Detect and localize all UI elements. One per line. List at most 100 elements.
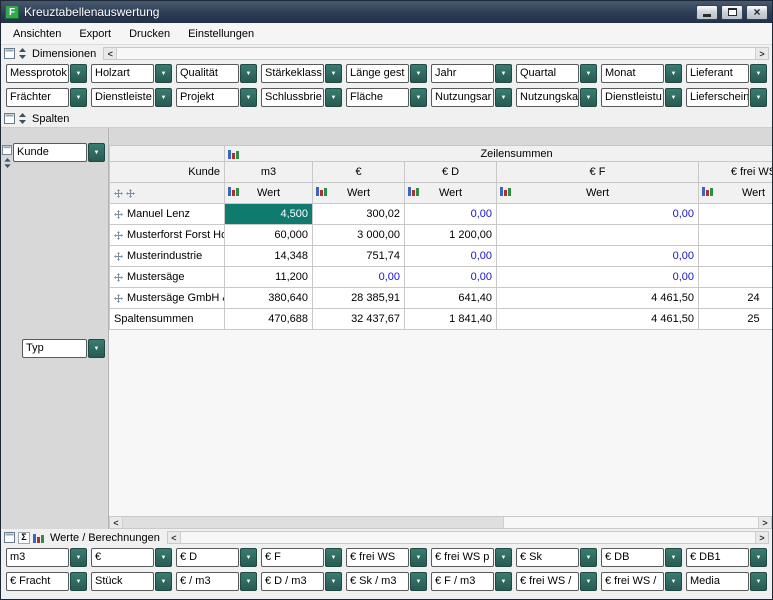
dim-lieferschein[interactable]: Lieferschein▼ <box>686 88 767 108</box>
chevron-down-icon[interactable]: ▼ <box>155 548 172 567</box>
pivot-sort-icon[interactable] <box>126 189 135 198</box>
value-cell[interactable]: 28 385,91 <box>313 288 405 309</box>
chevron-down-icon[interactable]: ▼ <box>495 88 512 107</box>
panel-window-icon[interactable] <box>4 48 15 59</box>
value-stueck[interactable]: Stück▼ <box>91 572 172 592</box>
value-cell[interactable]: 0,00 <box>405 246 497 267</box>
dim-nutzungsart[interactable]: Nutzungsar▼ <box>431 88 512 108</box>
chevron-down-icon[interactable]: ▼ <box>410 88 427 107</box>
chevron-down-icon[interactable]: ▼ <box>665 88 682 107</box>
column-header-eur[interactable]: € <box>313 162 405 183</box>
chevron-down-icon[interactable]: ▼ <box>155 88 172 107</box>
dim-fraechter[interactable]: Frächter▼ <box>6 88 87 108</box>
chevron-down-icon[interactable]: ▼ <box>665 572 682 591</box>
value-eur-sk[interactable]: € Sk▼ <box>516 548 597 568</box>
table-horizontal-scrollbar[interactable]: < > <box>109 516 772 529</box>
scroll-left-icon[interactable]: < <box>168 532 181 543</box>
value-cell[interactable]: 14,348 <box>225 246 313 267</box>
value-cell[interactable]: 24 <box>699 288 773 309</box>
chevron-down-icon[interactable]: ▼ <box>240 64 257 83</box>
row-label-cell[interactable]: Musterforst Forst Holzhandels GmbH <box>110 225 225 246</box>
chevron-down-icon[interactable]: ▼ <box>750 572 767 591</box>
dim-dienstleister[interactable]: Dienstleiste▼ <box>91 88 172 108</box>
scrollbar-track[interactable] <box>117 48 755 59</box>
total-cell[interactable]: 4 461,50 <box>497 309 699 330</box>
scrollbar-track[interactable] <box>181 532 755 543</box>
maximize-button[interactable] <box>721 5 743 20</box>
selected-cell[interactable]: 4,500 <box>225 204 313 225</box>
dim-staerkeklasse[interactable]: Stärkeklass▼ <box>261 64 342 84</box>
chevron-down-icon[interactable]: ▼ <box>580 88 597 107</box>
scroll-right-icon[interactable]: > <box>758 517 771 528</box>
total-cell[interactable]: 470,688 <box>225 309 313 330</box>
value-cell[interactable]: 60,000 <box>225 225 313 246</box>
chevron-down-icon[interactable]: ▼ <box>240 88 257 107</box>
updown-icon[interactable] <box>3 158 12 168</box>
value-eur-d-per-m3[interactable]: € D / m3▼ <box>261 572 342 592</box>
updown-icon[interactable] <box>18 48 27 59</box>
value-cell[interactable] <box>497 225 699 246</box>
chevron-down-icon[interactable]: ▼ <box>665 548 682 567</box>
chevron-down-icon[interactable]: ▼ <box>580 548 597 567</box>
value-eur-frei-ws-per-b[interactable]: € frei WS /▼ <box>601 572 682 592</box>
sigma-icon[interactable]: Σ <box>18 532 30 544</box>
chevron-down-icon[interactable]: ▼ <box>495 64 512 83</box>
chevron-down-icon[interactable]: ▼ <box>240 548 257 567</box>
wert-header[interactable]: Wert <box>405 183 497 204</box>
wert-header[interactable]: Wert <box>225 183 313 204</box>
dim-holzart[interactable]: Holzart▼ <box>91 64 172 84</box>
chevron-down-icon[interactable]: ▼ <box>410 572 427 591</box>
row-label-cell[interactable]: Mustersäge GmbH & co KG <box>110 288 225 309</box>
value-eur-fracht[interactable]: € Fracht▼ <box>6 572 87 592</box>
dim-projekt[interactable]: Projekt▼ <box>176 88 257 108</box>
column-header-eur-frei-ws[interactable]: € frei WS <box>699 162 773 183</box>
chevron-down-icon[interactable]: ▼ <box>325 572 342 591</box>
value-cell[interactable]: 0,00 <box>313 267 405 288</box>
dim-dienstleistung[interactable]: Dienstleistu▼ <box>601 88 682 108</box>
value-cell[interactable]: 751,74 <box>313 246 405 267</box>
value-eur-frei-ws[interactable]: € frei WS▼ <box>346 548 427 568</box>
dimensions-scrollbar[interactable]: < > <box>103 47 769 60</box>
chevron-down-icon[interactable]: ▼ <box>88 339 105 358</box>
row-field-typ[interactable]: Typ▼ <box>22 339 105 529</box>
column-header-eur-f[interactable]: € F <box>497 162 699 183</box>
chevron-down-icon[interactable]: ▼ <box>88 143 105 162</box>
value-eur-f-per-m3[interactable]: € F / m3▼ <box>431 572 512 592</box>
value-m3[interactable]: m3▼ <box>6 548 87 568</box>
value-cell[interactable] <box>699 246 773 267</box>
value-cell[interactable]: 380,640 <box>225 288 313 309</box>
value-cell[interactable]: 4 461,50 <box>497 288 699 309</box>
value-cell[interactable]: 3 000,00 <box>313 225 405 246</box>
panel-window-icon[interactable] <box>4 113 15 124</box>
chevron-down-icon[interactable]: ▼ <box>240 572 257 591</box>
dim-monat[interactable]: Monat▼ <box>601 64 682 84</box>
total-cell[interactable]: 1 841,40 <box>405 309 497 330</box>
value-cell[interactable] <box>699 225 773 246</box>
value-eur-frei-ws-p[interactable]: € frei WS p▼ <box>431 548 512 568</box>
dim-flaeche[interactable]: Fläche▼ <box>346 88 427 108</box>
chevron-down-icon[interactable]: ▼ <box>410 64 427 83</box>
value-eur-frei-ws-per-a[interactable]: € frei WS /▼ <box>516 572 597 592</box>
chevron-down-icon[interactable]: ▼ <box>580 64 597 83</box>
wert-header[interactable]: Wert <box>313 183 405 204</box>
value-cell[interactable]: 300,02 <box>313 204 405 225</box>
dim-messprotokoll[interactable]: Messprotok▼ <box>6 64 87 84</box>
value-cell[interactable]: 0,00 <box>405 267 497 288</box>
scroll-left-icon[interactable]: < <box>104 48 117 59</box>
wert-header[interactable]: Wert <box>497 183 699 204</box>
scrollbar-track[interactable] <box>123 517 758 528</box>
dim-nutzungskat[interactable]: Nutzungska▼ <box>516 88 597 108</box>
value-eur-sk-per-m3[interactable]: € Sk / m3▼ <box>346 572 427 592</box>
menu-ansichten[interactable]: Ansichten <box>4 25 70 43</box>
chevron-down-icon[interactable]: ▼ <box>325 64 342 83</box>
chevron-down-icon[interactable]: ▼ <box>750 64 767 83</box>
value-cell[interactable]: 0,00 <box>405 204 497 225</box>
panel-window-icon[interactable] <box>4 532 15 543</box>
menu-drucken[interactable]: Drucken <box>120 25 179 43</box>
value-eur-per-m3[interactable]: € / m3▼ <box>176 572 257 592</box>
value-cell[interactable]: 0,00 <box>497 267 699 288</box>
dim-laenge-gest[interactable]: Länge gest▼ <box>346 64 427 84</box>
value-cell[interactable]: 0,00 <box>497 204 699 225</box>
scroll-left-icon[interactable]: < <box>110 517 123 528</box>
value-cell[interactable]: 641,40 <box>405 288 497 309</box>
